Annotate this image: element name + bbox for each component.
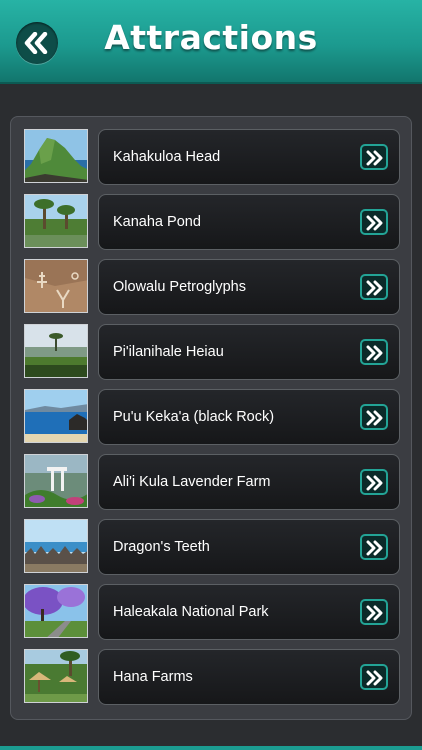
- list-item[interactable]: Ali'i Kula Lavender Farm: [24, 454, 400, 510]
- open-attraction-button[interactable]: [360, 339, 388, 365]
- attraction-label: Olowalu Petroglyphs: [113, 279, 246, 295]
- double-chevron-right-icon: [366, 150, 383, 166]
- list-item[interactable]: Haleakala National Park: [24, 584, 400, 640]
- bottom-accent-bar: [0, 746, 422, 750]
- double-chevron-right-icon: [366, 215, 383, 231]
- attraction-button[interactable]: Pi'ilanihale Heiau: [98, 324, 400, 380]
- open-attraction-button[interactable]: [360, 534, 388, 560]
- list-item[interactable]: Dragon's Teeth: [24, 519, 400, 575]
- attraction-label: Pu'u Keka'a (black Rock): [113, 409, 275, 425]
- attractions-list: Kahakuloa Head Kanaha Pond Olowalu Petro…: [10, 116, 412, 720]
- attraction-label: Pi'ilanihale Heiau: [113, 344, 224, 360]
- open-attraction-button[interactable]: [360, 664, 388, 690]
- attraction-button[interactable]: Kanaha Pond: [98, 194, 400, 250]
- attraction-label: Hana Farms: [113, 669, 193, 685]
- double-chevron-right-icon: [366, 280, 383, 296]
- black-rock-beach-photo: [24, 389, 88, 443]
- double-chevron-right-icon: [366, 475, 383, 491]
- double-chevron-right-icon: [366, 410, 383, 426]
- attraction-button[interactable]: Hana Farms: [98, 649, 400, 705]
- double-chevron-right-icon: [366, 605, 383, 621]
- open-attraction-button[interactable]: [360, 274, 388, 300]
- attraction-button[interactable]: Ali'i Kula Lavender Farm: [98, 454, 400, 510]
- attraction-label: Dragon's Teeth: [113, 539, 210, 555]
- list-item[interactable]: Kanaha Pond: [24, 194, 400, 250]
- open-attraction-button[interactable]: [360, 469, 388, 495]
- attraction-button[interactable]: Dragon's Teeth: [98, 519, 400, 575]
- attraction-button[interactable]: Olowalu Petroglyphs: [98, 259, 400, 315]
- hana-farms-photo: [24, 649, 88, 703]
- attraction-label: Kanaha Pond: [113, 214, 201, 230]
- double-chevron-right-icon: [366, 540, 383, 556]
- attraction-button[interactable]: Haleakala National Park: [98, 584, 400, 640]
- lavender-farm-photo: [24, 454, 88, 508]
- double-chevron-right-icon: [366, 345, 383, 361]
- attraction-label: Kahakuloa Head: [113, 149, 221, 165]
- open-attraction-button[interactable]: [360, 599, 388, 625]
- app-header: Attractions: [0, 0, 422, 84]
- petroglyph-rock-photo: [24, 259, 88, 313]
- open-attraction-button[interactable]: [360, 404, 388, 430]
- page-title: Attractions: [104, 18, 318, 57]
- coastal-headland-photo: [24, 129, 88, 183]
- list-item[interactable]: Kahakuloa Head: [24, 129, 400, 185]
- open-attraction-button[interactable]: [360, 209, 388, 235]
- jacaranda-park-photo: [24, 584, 88, 638]
- dragons-teeth-photo: [24, 519, 88, 573]
- attraction-label: Ali'i Kula Lavender Farm: [113, 474, 271, 490]
- list-item[interactable]: Pu'u Keka'a (black Rock): [24, 389, 400, 445]
- open-attraction-button[interactable]: [360, 144, 388, 170]
- heiau-landscape-photo: [24, 324, 88, 378]
- attraction-button[interactable]: Pu'u Keka'a (black Rock): [98, 389, 400, 445]
- attraction-label: Haleakala National Park: [113, 604, 269, 620]
- attraction-button[interactable]: Kahakuloa Head: [98, 129, 400, 185]
- list-item[interactable]: Pi'ilanihale Heiau: [24, 324, 400, 380]
- pond-palms-photo: [24, 194, 88, 248]
- list-item[interactable]: Olowalu Petroglyphs: [24, 259, 400, 315]
- list-item[interactable]: Hana Farms: [24, 649, 400, 705]
- double-chevron-right-icon: [366, 670, 383, 686]
